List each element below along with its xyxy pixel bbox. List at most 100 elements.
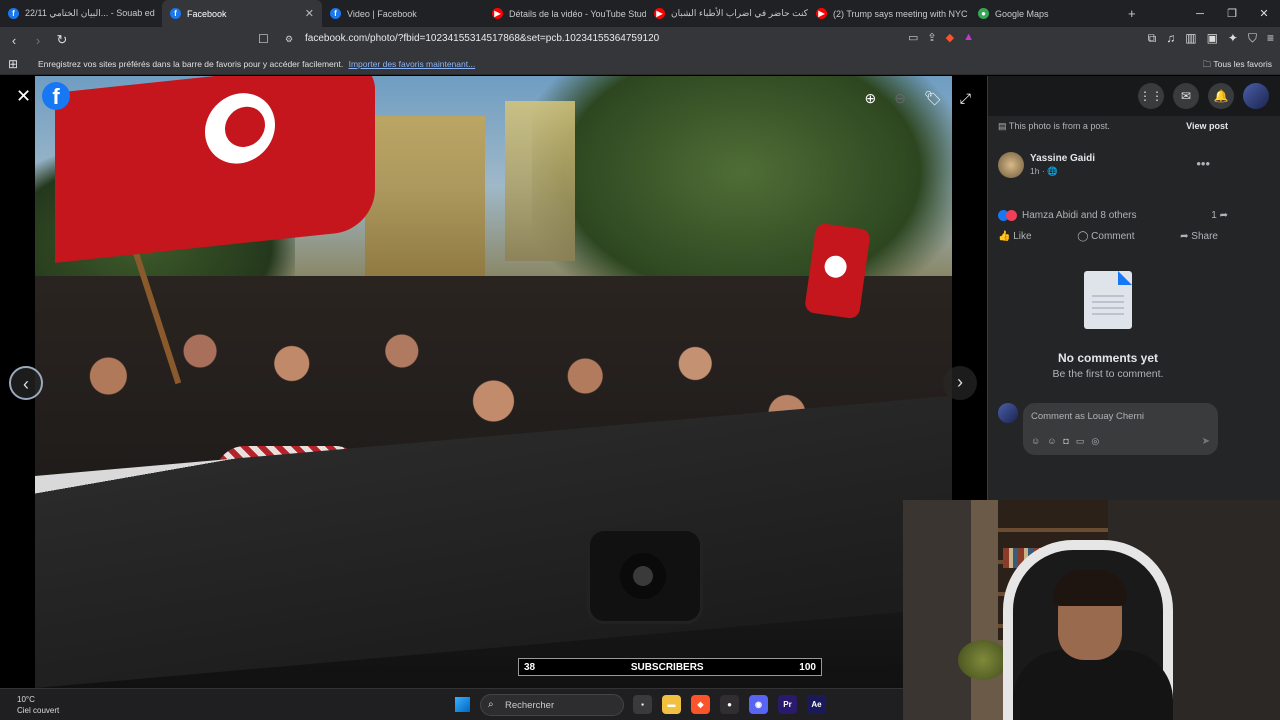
premiere-icon[interactable]: Pr [778,695,797,714]
obs-icon[interactable]: ● [720,695,739,714]
tab-title: Video | Facebook [347,8,417,19]
camera [590,531,700,621]
apps-grid-icon[interactable]: ⊞ [8,57,18,71]
close-window-icon[interactable]: ✕ [1248,7,1280,20]
media-icon[interactable]: ♫ [1166,31,1175,46]
plant [958,640,1008,680]
after-effects-icon[interactable]: Ae [807,695,826,714]
protest-photo [35,76,952,688]
tab-title: Google Maps [995,8,1049,19]
brave-shield-icon[interactable]: ◆ [946,31,954,44]
weather-condition: Ciel couvert [17,706,60,715]
viewer-tools: ⊕ ⊖ 🏷 ⤢ [865,90,971,107]
profile-avatar[interactable] [1243,83,1269,109]
bookmarks-bar: ⊞ Enregistrez vos sites préférés dans la… [0,53,1280,75]
share-button[interactable]: ➦ Share [1180,231,1218,242]
youtube-icon: ▶ [816,8,827,19]
taskbar-search[interactable]: ⌕ Rechercher [480,694,624,716]
share-arrow-icon: ➦ [1219,210,1228,221]
site-info-icon[interactable]: ⚙ [285,34,293,45]
fullscreen-icon[interactable]: ⤢ [960,90,971,107]
tab-title: Détails de la vidéo - YouTube Studio [509,8,646,19]
rewards-icon[interactable]: ▲ [963,31,974,44]
commenter-avatar [998,403,1018,423]
send-icon[interactable]: ➤ [1202,436,1210,447]
tab-6[interactable]: ● Google Maps [970,0,1120,27]
sticker-icon[interactable]: ◎ [1091,436,1099,447]
close-tab-icon[interactable]: ✕ [299,7,314,20]
messenger-icon[interactable]: ✉ [1173,83,1199,109]
reactions-summary[interactable]: Hamza Abidi and 8 others [998,210,1137,221]
comment-button[interactable]: ◯ Comment [1077,231,1134,242]
tag-icon[interactable]: 🏷 [924,90,942,107]
task-view-icon[interactable]: ▪ [633,695,652,714]
comment-label: Comment [1091,231,1135,242]
brave-icon[interactable]: ◆ [691,695,710,714]
import-bookmarks-link[interactable]: Importer des favoris maintenant... [349,59,476,69]
reactions-text: Hamza Abidi and 8 others [1022,210,1137,221]
subscriber-goal: 100 [799,661,816,673]
tab-4[interactable]: ▶ كنت حاضر في اضراب الأطباء الشبان!! [646,0,808,27]
facebook-logo[interactable]: f [42,82,70,110]
tab-3[interactable]: ▶ Détails de la vidéo - YouTube Studio [484,0,646,27]
back-icon[interactable]: ‹ [4,33,24,48]
new-tab-button[interactable]: + [1120,0,1150,27]
weather-widget[interactable]: 10°C Ciel couvert [17,694,59,716]
forward-icon[interactable]: › [28,33,48,48]
tab-5[interactable]: ▶ (2) Trump says meeting with NYC ma [808,0,970,27]
zoom-out-icon[interactable]: ⊖ [894,90,906,107]
author-avatar[interactable] [998,152,1024,178]
comment-composer: Comment as Louay Cherni ☺ ☺ ◘ ▭ ◎ ➤ [998,403,1218,455]
subscriber-label: SUBSCRIBERS [630,661,704,673]
document-icon: ▤ [998,121,1007,131]
wallet-icon[interactable]: ▣ [1207,31,1218,46]
like-button[interactable]: 👍 Like [998,231,1032,242]
gif-icon[interactable]: ▭ [1076,436,1085,447]
tunisian-flag [55,76,375,263]
notifications-icon[interactable]: 🔔 [1208,83,1234,109]
minimize-icon[interactable]: ─ [1184,8,1216,20]
author-name[interactable]: Yassine Gaidi [1030,153,1095,164]
url-field[interactable]: facebook.com/photo/?fbid=102341553145178… [305,33,659,44]
tab-1[interactable]: f Facebook ✕ [162,0,322,27]
share-count[interactable]: 1 ➦ [1211,210,1228,221]
empty-comments: No comments yet Be the first to comment. [988,271,1228,380]
previous-photo-button[interactable]: ‹ [9,366,43,400]
facebook-icon: f [330,8,341,19]
discord-icon[interactable]: ◉ [749,695,768,714]
facebook-icon: f [8,8,19,19]
avatar-sticker-icon[interactable]: ☺ [1031,436,1040,447]
empty-document-icon [1084,271,1132,329]
empty-subtitle: Be the first to comment. [1052,368,1164,380]
camera-icon[interactable]: ◘ [1063,436,1068,447]
tab-0[interactable]: f البيان الختامي 22/11... - Souab ed [0,0,162,27]
view-post-link[interactable]: View post [1186,121,1228,131]
taskbar: 10°C Ciel couvert ⌕ Rechercher ▪ ▬ ◆ ● ◉… [0,688,903,720]
vpn-icon[interactable]: ⛉ [1248,31,1257,46]
screenshot-icon[interactable]: ⧉ [1148,31,1157,46]
all-favorites-button[interactable]: 🗀 Tous les favoris [1203,59,1272,73]
toolbar-icons: ⧉ ♫ ▥ ▣ ✦ ⛉ ≡ [1148,31,1274,46]
reload-icon[interactable]: ↻ [52,32,72,48]
windows-start-icon[interactable] [455,697,470,712]
close-viewer-icon[interactable]: ✕ [16,86,31,107]
menu-grid-icon[interactable]: ⋮⋮ [1138,83,1164,109]
more-options-icon[interactable]: ••• [1196,156,1210,171]
post-time: 1h · 🌐 [1030,166,1095,177]
share-count-value: 1 [1211,210,1217,221]
next-photo-button[interactable]: › [943,366,977,400]
menu-icon[interactable]: ≡ [1267,31,1274,46]
tab-2[interactable]: f Video | Facebook [322,0,484,27]
emoji-icon[interactable]: ☺ [1047,436,1056,447]
tab-title: كنت حاضر في اضراب الأطباء الشبان!! [671,8,808,18]
leo-icon[interactable]: ✦ [1228,31,1238,46]
comment-icon: ◯ [1077,231,1089,242]
share-icon[interactable]: ⇪ [927,31,936,44]
restore-icon[interactable]: ❐ [1216,7,1248,20]
bookmark-icon[interactable]: ☐ [258,32,269,46]
comment-input[interactable]: Comment as Louay Cherni ☺ ☺ ◘ ▭ ◎ ➤ [1023,403,1218,455]
file-explorer-icon[interactable]: ▬ [662,695,681,714]
zoom-in-icon[interactable]: ⊕ [865,90,877,107]
sidebar-icon[interactable]: ▥ [1185,31,1196,46]
cast-icon[interactable]: ▭ [908,31,918,44]
